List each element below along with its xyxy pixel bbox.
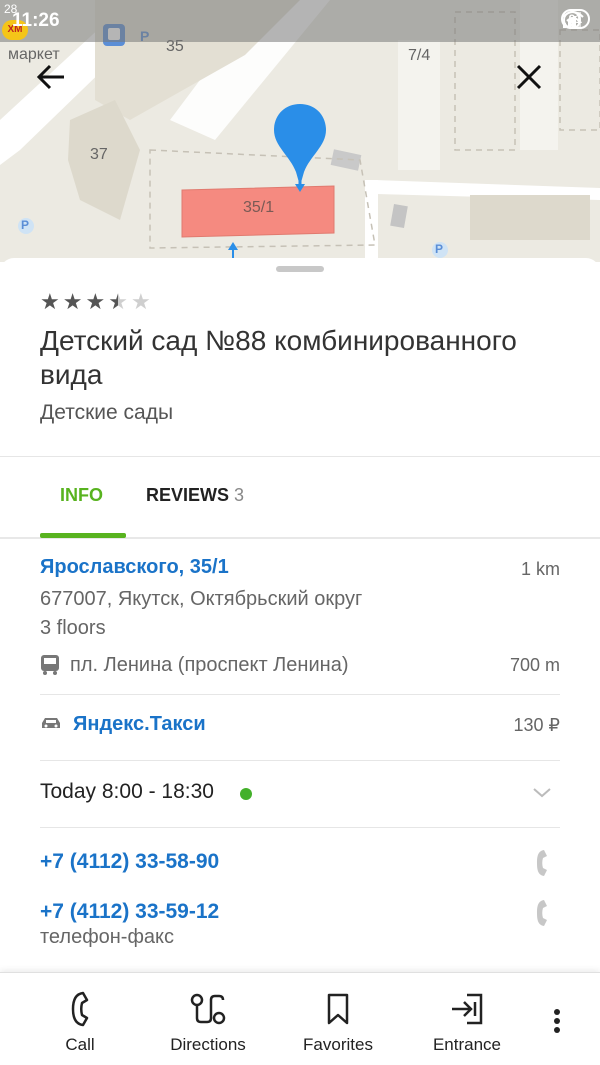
close-icon — [516, 64, 542, 90]
taxi-icon — [42, 718, 60, 728]
drag-handle[interactable] — [276, 266, 324, 272]
directions-button[interactable]: Directions — [158, 991, 258, 1055]
wifi-icon — [561, 11, 584, 28]
phone-number[interactable]: +7 (4112) 33-59-12 — [40, 900, 219, 924]
reviews-count: 3 — [234, 485, 245, 505]
favorites-label: Favorites — [303, 1035, 373, 1054]
status-icons: 91 — [560, 9, 590, 29]
route-icon — [190, 993, 226, 1025]
directions-label: Directions — [170, 1035, 246, 1054]
divider — [40, 827, 560, 828]
transit-stop-row[interactable]: пл. Ленина (проспект Ленина) 700 m — [40, 652, 560, 680]
status-bar: 28 XM 11:26 91 — [0, 0, 600, 42]
chevron-down-icon[interactable] — [530, 780, 554, 804]
phone-icon[interactable] — [534, 848, 550, 878]
close-button[interactable] — [516, 64, 564, 112]
call-button[interactable]: Call — [30, 991, 130, 1055]
parking-label: P — [435, 242, 444, 256]
map-view[interactable]: маркет 35 37 7/4 35/1 P P P 28 XM 11:26 … — [0, 0, 600, 262]
entrance-icon — [452, 993, 483, 1025]
taxi-price: 130 ₽ — [513, 715, 561, 735]
phone-note: телефон-факс — [40, 926, 175, 948]
entrance-label: Entrance — [432, 1035, 502, 1054]
map-building-label: 7/4 — [408, 47, 431, 64]
tab-reviews[interactable]: REVIEWS 3 — [146, 485, 244, 506]
place-title: Детский сад №88 комбинированного вида — [40, 325, 517, 390]
action-bar: Call Directions Favorites Entrance — [0, 972, 600, 1065]
taxi-row[interactable]: Яндекс.Такси 130 ₽ — [40, 710, 560, 740]
entrance-button[interactable]: Entrance — [417, 991, 517, 1055]
map-shop-label: маркет — [8, 46, 60, 63]
back-button[interactable] — [36, 64, 84, 112]
address-postal: 677007, Якутск, Октябрьский округ — [40, 588, 363, 610]
favorites-button[interactable]: Favorites — [288, 991, 388, 1055]
taxi-link[interactable]: Яндекс.Такси — [73, 713, 206, 736]
phone-icon — [71, 991, 89, 1027]
tab-bar: INFO REVIEWS 3 — [0, 457, 600, 539]
rating-stars: ★ ★ ★ ★ ★ — [40, 290, 151, 314]
more-button[interactable] — [545, 1003, 569, 1039]
working-hours-row[interactable]: Today 8:00 - 18:30 — [40, 778, 560, 808]
star-empty-icon: ★ — [130, 289, 151, 314]
place-category[interactable]: Детские сады — [40, 401, 173, 425]
phone-icon[interactable] — [534, 898, 550, 928]
transit-stop-name: пл. Ленина (проспект Ленина) — [70, 654, 349, 676]
bus-icon — [41, 655, 59, 675]
place-card: ★ ★ ★ ★ ★ Детский сад №88 комбинированно… — [0, 258, 600, 970]
map-building-label: 37 — [90, 146, 108, 163]
active-tab-indicator — [40, 533, 126, 538]
floors-count: 3 floors — [40, 617, 106, 639]
star-icon: ★ — [40, 289, 60, 314]
parking-label: P — [21, 218, 30, 232]
arrow-left-icon — [36, 64, 64, 90]
status-time: 11:26 — [12, 10, 60, 31]
phone-number[interactable]: +7 (4112) 33-58-90 — [40, 850, 219, 874]
address-distance: 1 km — [520, 559, 560, 579]
star-icon: ★ — [62, 289, 83, 314]
working-hours: Today 8:00 - 18:30 — [40, 780, 214, 803]
tab-reviews-label: REVIEWS — [146, 485, 230, 505]
open-status-dot — [240, 788, 252, 800]
transit-distance: 700 m — [509, 655, 560, 675]
bookmark-icon — [327, 993, 349, 1025]
divider — [40, 694, 560, 695]
tab-info[interactable]: INFO — [60, 485, 103, 506]
star-half-icon: ★ — [108, 289, 128, 314]
call-label: Call — [65, 1035, 95, 1054]
more-vertical-icon — [554, 1009, 560, 1033]
divider — [40, 760, 560, 761]
selected-building-label: 35/1 — [243, 199, 275, 216]
address-link[interactable]: Ярославского, 35/1 — [40, 556, 229, 579]
star-icon: ★ — [85, 289, 106, 314]
